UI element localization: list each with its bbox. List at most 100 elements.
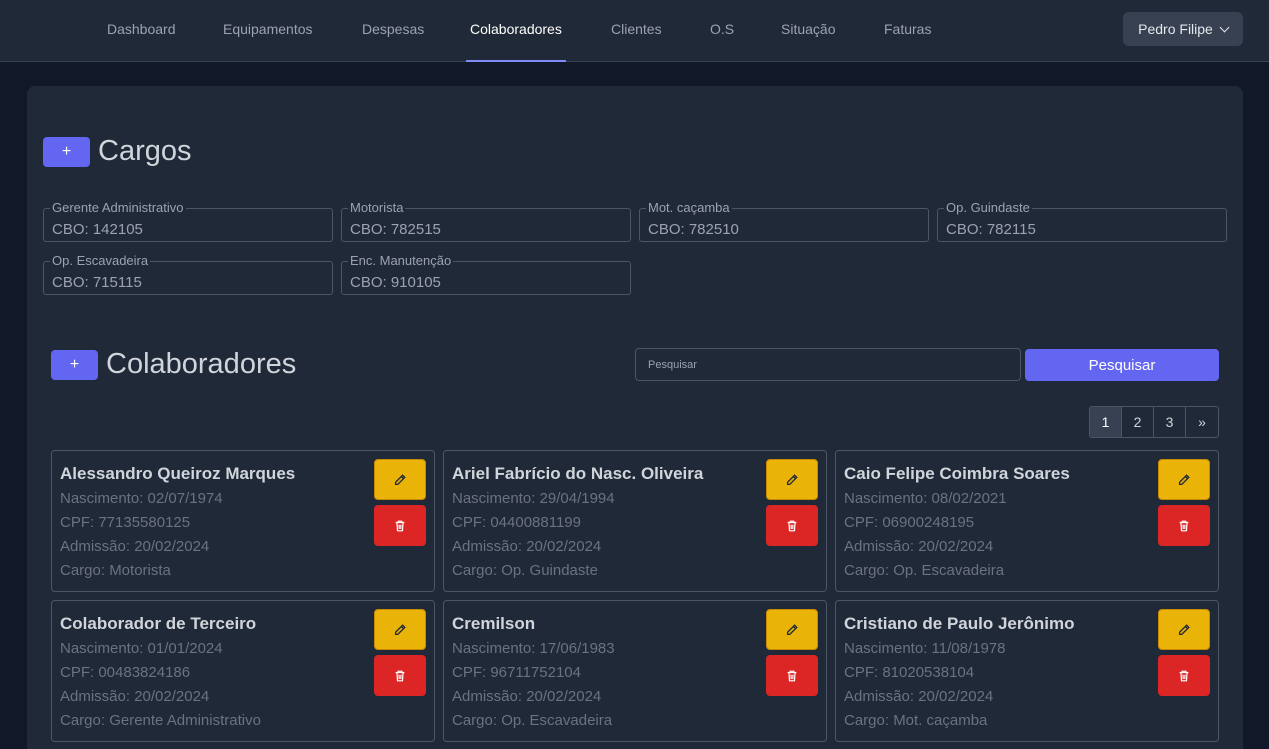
user-name: Pedro Filipe [1138, 21, 1213, 37]
colaborador-cpf: CPF: 06900248195 [844, 514, 975, 531]
trash-icon [1179, 670, 1189, 681]
edit-button[interactable] [766, 459, 818, 500]
pencil-icon [1178, 623, 1190, 635]
colaborador-cargo: Cargo: Op. Guindaste [452, 562, 598, 579]
colaborador-admissao: Admissão: 20/02/2024 [60, 538, 210, 555]
colaborador-name: Cremilson [452, 614, 536, 633]
colaborador-admissao: Admissão: 20/02/2024 [60, 688, 210, 705]
cargo-name: Gerente Administrativo [50, 200, 186, 216]
cargo-cbo: CBO: 782510 [648, 221, 739, 238]
cargo-cbo: CBO: 782115 [946, 221, 1036, 238]
nav-dashboard[interactable]: Dashboard [107, 0, 176, 62]
page-2-button[interactable]: 2 [1122, 407, 1154, 437]
cargo-cbo: CBO: 782515 [350, 221, 441, 238]
delete-button[interactable] [1158, 505, 1210, 546]
delete-button[interactable] [766, 655, 818, 696]
cargo-item[interactable]: Op. Guindaste CBO: 782115 [937, 200, 1227, 242]
colaborador-card: Caio Felipe Coimbra Soares Nascimento: 0… [835, 450, 1219, 592]
nav-despesas[interactable]: Despesas [362, 0, 424, 62]
colaborador-nascimento: Nascimento: 02/07/1974 [60, 490, 223, 507]
colaborador-admissao: Admissão: 20/02/2024 [844, 688, 994, 705]
colaborador-cargo: Cargo: Motorista [60, 562, 171, 579]
colaborador-cargo: Cargo: Gerente Administrativo [60, 712, 261, 729]
colaborador-admissao: Admissão: 20/02/2024 [452, 688, 602, 705]
add-cargo-button[interactable]: + [43, 137, 90, 167]
cargo-item[interactable]: Gerente Administrativo CBO: 142105 [43, 200, 333, 242]
cargo-name: Op. Guindaste [944, 200, 1032, 216]
cargo-cbo: CBO: 715115 [52, 274, 142, 291]
trash-icon [787, 670, 797, 681]
cargo-item[interactable]: Motorista CBO: 782515 [341, 200, 631, 242]
edit-button[interactable] [1158, 459, 1210, 500]
cargo-name: Mot. caçamba [646, 200, 732, 216]
colaborador-name: Ariel Fabrício do Nasc. Oliveira [452, 464, 704, 483]
pencil-icon [394, 623, 406, 635]
colaboradores-title: Colaboradores [106, 348, 297, 380]
colaborador-nascimento: Nascimento: 08/02/2021 [844, 490, 1007, 507]
colaborador-name: Alessandro Queiroz Marques [60, 464, 296, 483]
next-page-button[interactable]: » [1186, 407, 1218, 437]
nav-equipamentos[interactable]: Equipamentos [223, 0, 313, 62]
pagination: 1 2 3 » [1089, 406, 1219, 438]
colaborador-card: Alessandro Queiroz Marques Nascimento: 0… [51, 450, 435, 592]
colaborador-card: Colaborador de Terceiro Nascimento: 01/0… [51, 600, 435, 742]
search-button[interactable]: Pesquisar [1025, 349, 1219, 381]
nav-clientes[interactable]: Clientes [611, 0, 662, 62]
page-3-button[interactable]: 3 [1154, 407, 1186, 437]
cargo-item[interactable]: Op. Escavadeira CBO: 715115 [43, 253, 333, 295]
colaborador-nascimento: Nascimento: 17/06/1983 [452, 640, 615, 657]
nav-os[interactable]: O.S [710, 0, 734, 62]
colaborador-card: Cristiano de Paulo Jerônimo Nascimento: … [835, 600, 1219, 742]
delete-button[interactable] [374, 655, 426, 696]
edit-button[interactable] [766, 609, 818, 650]
nav-colaboradores[interactable]: Colaboradores [466, 0, 566, 62]
trash-icon [787, 520, 797, 531]
page-1-button[interactable]: 1 [1090, 407, 1122, 437]
cargo-name: Motorista [348, 200, 406, 216]
colaborador-card: Cremilson Nascimento: 17/06/1983 CPF: 96… [443, 600, 827, 742]
delete-button[interactable] [1158, 655, 1210, 696]
nav-faturas[interactable]: Faturas [884, 0, 931, 62]
trash-icon [395, 520, 405, 531]
colaborador-cpf: CPF: 77135580125 [60, 514, 191, 531]
colaborador-admissao: Admissão: 20/02/2024 [452, 538, 602, 555]
colaborador-cpf: CPF: 96711752104 [452, 664, 581, 681]
cargo-cbo: CBO: 910105 [350, 274, 441, 291]
colaborador-name: Caio Felipe Coimbra Soares [844, 464, 1070, 483]
edit-button[interactable] [374, 609, 426, 650]
cargo-item[interactable]: Enc. Manutenção CBO: 910105 [341, 253, 631, 295]
pencil-icon [786, 623, 798, 635]
cargo-cbo: CBO: 142105 [52, 221, 143, 238]
colaborador-cargo: Cargo: Op. Escavadeira [844, 562, 1005, 579]
colaborador-cpf: CPF: 00483824186 [60, 664, 191, 681]
colaborador-nascimento: Nascimento: 29/04/1994 [452, 490, 615, 507]
colaborador-cpf: CPF: 81020538104 [844, 664, 975, 681]
top-navbar: Dashboard Equipamentos Despesas Colabora… [0, 0, 1269, 62]
cargos-title: Cargos [98, 135, 192, 167]
trash-icon [395, 670, 405, 681]
colaborador-card: Ariel Fabrício do Nasc. Oliveira Nascime… [443, 450, 827, 592]
colaborador-cargo: Cargo: Mot. caçamba [844, 712, 988, 729]
colaborador-name: Colaborador de Terceiro [60, 614, 257, 633]
delete-button[interactable] [766, 505, 818, 546]
user-menu-button[interactable]: Pedro Filipe [1123, 12, 1243, 46]
pencil-icon [786, 473, 798, 485]
chevron-down-icon [1219, 22, 1230, 32]
colaborador-cargo: Cargo: Op. Escavadeira [452, 712, 613, 729]
search-input[interactable] [635, 348, 1021, 381]
pencil-icon [394, 473, 406, 485]
colaborador-cpf: CPF: 04400881199 [452, 514, 581, 531]
colaborador-nascimento: Nascimento: 11/08/1978 [844, 640, 1006, 657]
delete-button[interactable] [374, 505, 426, 546]
nav-situacao[interactable]: Situação [781, 0, 835, 62]
edit-button[interactable] [1158, 609, 1210, 650]
cargo-item[interactable]: Mot. caçamba CBO: 782510 [639, 200, 929, 242]
colaborador-admissao: Admissão: 20/02/2024 [844, 538, 994, 555]
colaborador-nascimento: Nascimento: 01/01/2024 [60, 640, 223, 657]
edit-button[interactable] [374, 459, 426, 500]
pencil-icon [1178, 473, 1190, 485]
trash-icon [1179, 520, 1189, 531]
colaborador-name: Cristiano de Paulo Jerônimo [844, 614, 1075, 633]
cargo-name: Enc. Manutenção [348, 253, 454, 269]
add-colaborador-button[interactable]: + [51, 350, 98, 380]
